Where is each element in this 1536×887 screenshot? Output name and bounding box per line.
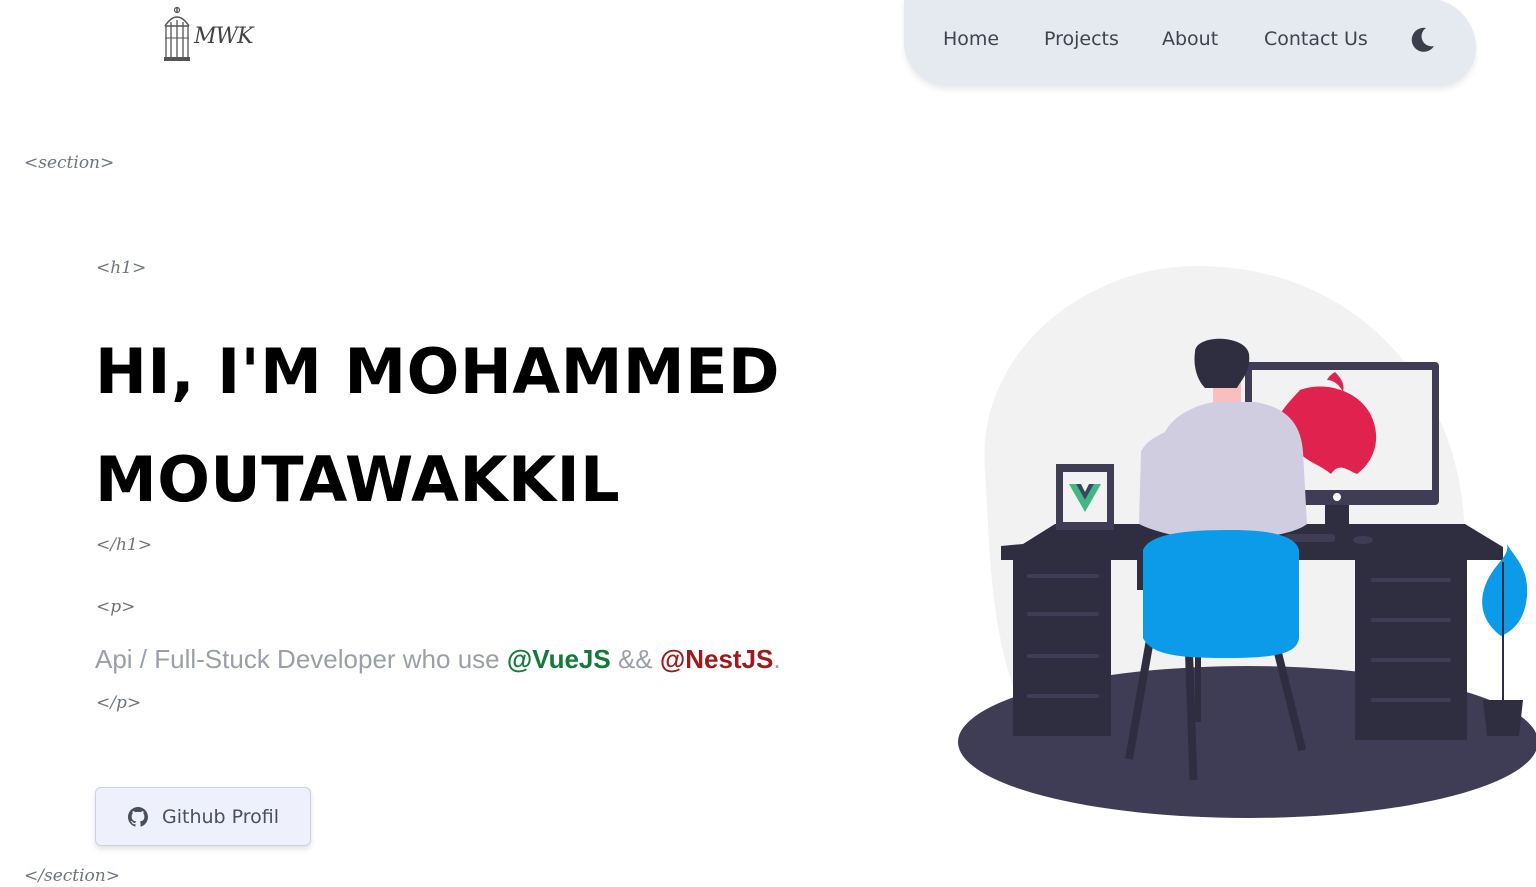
logo-text: MWK	[194, 24, 254, 49]
h1-close-tag: </h1>	[96, 535, 152, 555]
moon-icon	[1411, 27, 1434, 52]
hero-title-line-2: MOUTAWAKKIL	[95, 443, 621, 516]
potted-plant	[1482, 544, 1528, 736]
p-close-tag: </p>	[96, 693, 142, 713]
nestjs-mention: @NestJS	[659, 644, 774, 674]
vuejs-mention: @VueJS	[506, 644, 611, 674]
hero-title-line-1: HI, I'M MOHAMMED	[95, 335, 780, 408]
nav-link-contact[interactable]: Contact Us	[1264, 28, 1368, 50]
section-close-tag: </section>	[24, 866, 120, 886]
subtitle-prefix: Api / Full-Stuck Developer who use	[95, 644, 507, 674]
vue-frame	[1056, 464, 1114, 530]
hero-subtitle: Api / Full-Stuck Developer who use @VueJ…	[95, 644, 781, 675]
h1-open-tag: <h1>	[96, 258, 147, 278]
nav-link-home[interactable]: Home	[943, 28, 999, 50]
theme-toggle-button[interactable]	[1407, 25, 1437, 55]
github-profile-label: Github Profil	[162, 805, 280, 828]
github-icon	[128, 806, 148, 827]
subtitle-suffix: .	[773, 644, 781, 674]
developer-at-desk-illustration	[958, 265, 1536, 818]
main-navbar: Home Projects About Contact Us	[904, 0, 1476, 86]
nav-link-about[interactable]: About	[1162, 28, 1218, 50]
subtitle-and: &&	[610, 644, 660, 674]
p-open-tag: <p>	[96, 597, 136, 617]
nav-link-projects[interactable]: Projects	[1044, 28, 1119, 50]
section-open-tag: <section>	[24, 153, 115, 173]
github-profile-button[interactable]: Github Profil	[95, 787, 311, 846]
site-logo[interactable]: MWK	[162, 6, 258, 64]
birdcage-icon	[164, 6, 190, 61]
hero-title: HI, I'M MOHAMMED MOUTAWAKKIL	[95, 318, 885, 534]
